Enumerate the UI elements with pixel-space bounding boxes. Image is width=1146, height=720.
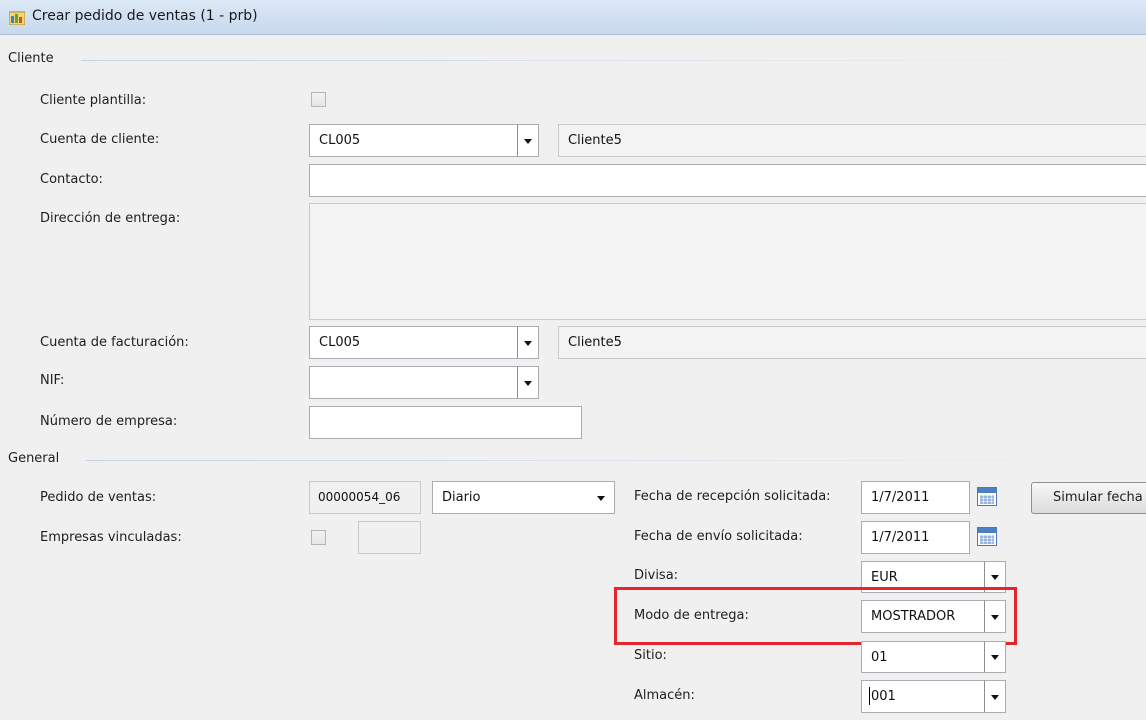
simular-fecha-button[interactable]: Simular fecha xyxy=(1031,482,1146,514)
app-window-icon xyxy=(9,11,25,25)
window-titlebar: Crear pedido de ventas (1 - prb) xyxy=(0,0,1146,35)
label-modo-entrega: Modo de entrega: xyxy=(634,608,749,623)
modo-entrega-dropdown-button[interactable] xyxy=(984,600,1006,633)
dropdown-arrow-icon xyxy=(524,380,532,386)
label-almacen: Almacén: xyxy=(634,688,695,703)
cuenta-facturacion-name: Cliente5 xyxy=(558,326,1146,359)
cuenta-cliente-input[interactable]: CL005 xyxy=(309,124,518,157)
dropdown-arrow-icon xyxy=(991,614,999,620)
sitio-input[interactable]: 01 xyxy=(861,641,985,673)
pedido-tipo-select[interactable]: Diario xyxy=(432,481,615,514)
label-fecha-recepcion: Fecha de recepción solicitada: xyxy=(634,489,831,504)
label-numero-empresa: Número de empresa: xyxy=(40,414,178,429)
group-divider-cliente xyxy=(81,60,1146,61)
sitio-dropdown-button[interactable] xyxy=(984,641,1006,673)
label-divisa: Divisa: xyxy=(634,568,679,583)
nif-dropdown-button[interactable] xyxy=(517,366,539,399)
label-contacto: Contacto: xyxy=(40,172,103,187)
direccion-entrega-textarea[interactable] xyxy=(309,203,1146,320)
calendar-icon[interactable] xyxy=(977,527,997,546)
dropdown-arrow-icon xyxy=(991,575,999,580)
cuenta-cliente-name: Cliente5 xyxy=(558,124,1146,157)
cuenta-facturacion-dropdown-button[interactable] xyxy=(517,326,539,359)
label-sitio: Sitio: xyxy=(634,648,667,663)
label-direccion-entrega: Dirección de entrega: xyxy=(40,211,181,226)
group-title-general: General xyxy=(8,451,60,466)
text-cursor xyxy=(869,687,870,705)
label-fecha-envio: Fecha de envío solicitada: xyxy=(634,529,803,544)
cuenta-cliente-dropdown-button[interactable] xyxy=(517,124,539,157)
fecha-recepcion-input[interactable]: 1/7/2011 xyxy=(861,481,970,514)
nif-input[interactable] xyxy=(309,366,518,399)
dropdown-arrow-icon xyxy=(991,655,999,660)
pedido-tipo-value: Diario xyxy=(442,490,481,505)
label-cuenta-facturacion: Cuenta de facturación: xyxy=(40,335,189,350)
fecha-envio-input[interactable]: 1/7/2011 xyxy=(861,521,970,554)
dropdown-arrow-icon xyxy=(991,694,999,700)
modo-entrega-input[interactable]: MOSTRADOR xyxy=(861,600,985,633)
label-empresas-vinculadas: Empresas vinculadas: xyxy=(40,530,182,545)
almacen-dropdown-button[interactable] xyxy=(984,680,1006,713)
almacen-input[interactable]: 001 xyxy=(861,680,985,713)
empresas-vinculadas-checkbox[interactable] xyxy=(311,530,326,545)
dropdown-arrow-icon xyxy=(524,138,532,144)
dropdown-arrow-icon xyxy=(524,340,532,346)
dropdown-arrow-icon xyxy=(597,496,605,501)
contacto-input[interactable] xyxy=(309,164,1146,197)
window-title: Crear pedido de ventas (1 - prb) xyxy=(32,8,258,24)
label-pedido-ventas: Pedido de ventas: xyxy=(40,490,157,505)
numero-empresa-input[interactable] xyxy=(309,406,582,439)
group-title-cliente: Cliente xyxy=(8,51,54,66)
label-nif: NIF: xyxy=(40,373,65,388)
cliente-plantilla-checkbox[interactable] xyxy=(311,92,326,107)
group-divider-general xyxy=(86,460,1146,461)
cuenta-facturacion-input[interactable]: CL005 xyxy=(309,326,518,359)
label-cliente-plantilla: Cliente plantilla: xyxy=(40,93,147,108)
calendar-icon[interactable] xyxy=(977,487,997,506)
pedido-ventas-input[interactable]: 00000054_06 xyxy=(309,481,421,514)
empresas-vinculadas-input[interactable] xyxy=(358,521,421,554)
label-cuenta-cliente: Cuenta de cliente: xyxy=(40,132,160,147)
